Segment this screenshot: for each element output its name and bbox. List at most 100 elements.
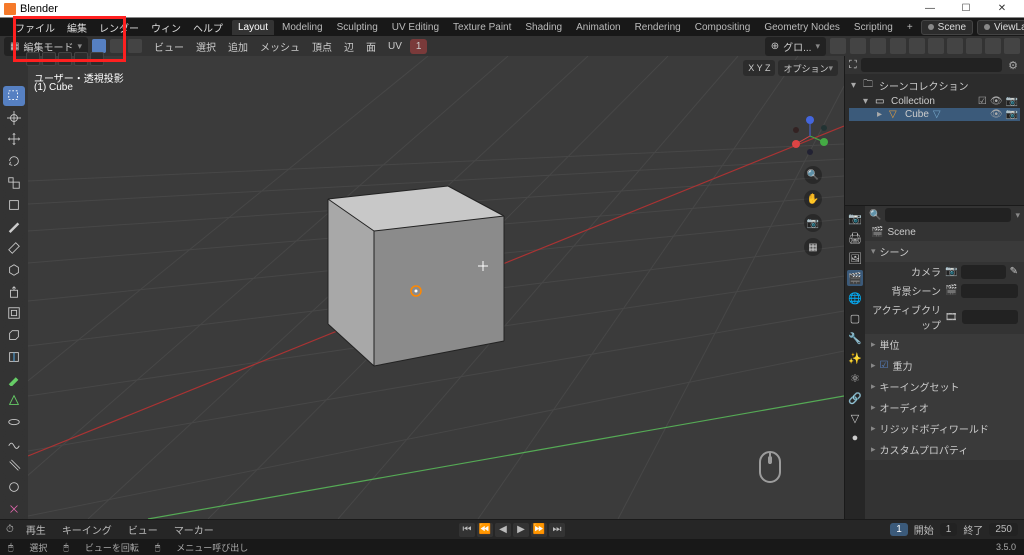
play-reverse-button[interactable]: ◀	[495, 523, 511, 537]
tool-move[interactable]	[3, 130, 25, 150]
perspective-icon[interactable]: ▦	[804, 238, 822, 256]
viewport-menu-select[interactable]: 選択	[192, 37, 220, 56]
tool-rotate[interactable]	[3, 151, 25, 171]
tab-constraints[interactable]: 🔗	[847, 390, 863, 406]
jump-start-button[interactable]: ⏮	[459, 523, 475, 537]
zoom-icon[interactable]: 🔍	[804, 166, 822, 184]
mesh-select-mode-indicator[interactable]: 1	[410, 39, 428, 54]
tool-edgeslide[interactable]	[3, 456, 25, 476]
show-gizmo-button[interactable]	[890, 38, 906, 54]
tool-smooth[interactable]	[3, 434, 25, 454]
workspace-tab-compositing[interactable]: Compositing	[689, 20, 757, 35]
outliner-type-icon[interactable]: ⛶	[849, 59, 857, 72]
viewport-menu-mesh[interactable]: メッシュ	[256, 37, 304, 56]
workspace-tab-texturepaint[interactable]: Texture Paint	[447, 20, 517, 35]
menu-window[interactable]: ウィン	[146, 18, 186, 37]
viewport-menu-view[interactable]: ビュー	[150, 37, 188, 56]
axis-lock-buttons[interactable]: X Y Z	[743, 60, 775, 76]
menu-file[interactable]: ファイル	[10, 18, 60, 37]
tool-extrude[interactable]	[3, 282, 25, 302]
workspace-tab-scripting[interactable]: Scripting	[848, 20, 899, 35]
workspace-tab-shading[interactable]: Shading	[519, 20, 568, 35]
current-frame-field[interactable]: 1	[890, 523, 908, 536]
tool-spin[interactable]	[3, 412, 25, 432]
tool-shrink[interactable]	[3, 478, 25, 498]
viewport-menu-add[interactable]: 追加	[224, 37, 252, 56]
panel-audio[interactable]: ▸オーディオ	[865, 397, 1024, 418]
tool-annotate[interactable]	[3, 217, 25, 237]
viewport-menu-edge[interactable]: 辺	[340, 37, 358, 56]
tab-viewlayer[interactable]: 🖼	[847, 250, 863, 266]
viewport-menu-uv[interactable]: UV	[384, 39, 406, 54]
orbit-gizmo[interactable]	[790, 116, 830, 156]
shading-material-button[interactable]	[985, 38, 1001, 54]
play-button[interactable]: ▶	[513, 523, 529, 537]
timeline-menu-view[interactable]: ビュー	[124, 522, 162, 537]
tool-transform[interactable]	[3, 195, 25, 215]
timeline-menu-marker[interactable]: マーカー	[170, 522, 218, 537]
start-frame-field[interactable]: 1	[940, 523, 958, 536]
select-mode-btn-2[interactable]	[42, 52, 56, 66]
workspace-tab-layout[interactable]: Layout	[232, 20, 274, 35]
workspace-add[interactable]: +	[901, 20, 919, 35]
tab-data[interactable]: ▽	[847, 410, 863, 426]
panel-units[interactable]: ▸単位	[865, 334, 1024, 355]
snap-button[interactable]	[850, 38, 866, 54]
maximize-button[interactable]: ☐	[948, 1, 984, 17]
end-frame-field[interactable]: 250	[989, 523, 1018, 536]
select-mode-btn-5[interactable]	[90, 52, 104, 66]
tool-knife[interactable]	[3, 369, 25, 389]
jump-end-button[interactable]: ⏭	[549, 523, 565, 537]
field-bgscene[interactable]: 背景シーン🎬	[865, 281, 1024, 300]
tool-rip[interactable]	[3, 499, 25, 519]
shading-wireframe-button[interactable]	[947, 38, 963, 54]
tool-select-box[interactable]	[3, 86, 25, 106]
panel-rigidbody[interactable]: ▸リジッドボディワールド	[865, 418, 1024, 439]
minimize-button[interactable]: —	[912, 1, 948, 17]
timeline-menu-keying[interactable]: キーイング	[58, 522, 116, 537]
outliner-collection[interactable]: ▾▭Collection ☑👁📷	[849, 95, 1020, 108]
pivot-button[interactable]	[830, 38, 846, 54]
face-select-mode[interactable]	[128, 39, 142, 53]
workspace-tab-uvediting[interactable]: UV Editing	[386, 20, 445, 35]
menu-render[interactable]: レンダー	[94, 18, 144, 37]
select-mode-btn-1[interactable]	[26, 52, 40, 66]
scene-selector[interactable]: Scene	[921, 20, 973, 35]
outliner-search[interactable]	[861, 58, 1002, 72]
panel-gravity[interactable]: ▸☑重力	[865, 355, 1024, 376]
workspace-tab-sculpting[interactable]: Sculpting	[331, 20, 384, 35]
eyedropper-icon[interactable]: ✎	[1010, 266, 1018, 277]
workspace-tab-rendering[interactable]: Rendering	[629, 20, 687, 35]
tool-inset[interactable]	[3, 304, 25, 324]
tool-measure[interactable]	[3, 238, 25, 258]
tab-render[interactable]: 📷	[847, 210, 863, 226]
proportional-edit-button[interactable]	[870, 38, 886, 54]
viewlayer-selector[interactable]: ViewLayer	[977, 20, 1024, 35]
viewport-menu-vertex[interactable]: 頂点	[308, 37, 336, 56]
outliner-filter-icon[interactable]: ⚙	[1006, 58, 1020, 72]
tool-scale[interactable]	[3, 173, 25, 193]
outliner-cube[interactable]: ▸▽Cube ▽ 👁📷	[849, 108, 1020, 121]
next-key-button[interactable]: ⏩	[531, 523, 547, 537]
viewport-menu-face[interactable]: 面	[362, 37, 380, 56]
tool-add-cube[interactable]	[3, 260, 25, 280]
panel-customprops[interactable]: ▸カスタムプロパティ	[865, 439, 1024, 460]
field-activeclip[interactable]: アクティブクリップ🎞	[865, 300, 1024, 334]
panel-keyingsets[interactable]: ▸キーイングセット	[865, 376, 1024, 397]
shading-rendered-button[interactable]	[1004, 38, 1020, 54]
prev-key-button[interactable]: ⏪	[477, 523, 493, 537]
timeline-menu-playback[interactable]: 再生	[22, 522, 50, 537]
select-mode-btn-3[interactable]	[58, 52, 72, 66]
menu-edit[interactable]: 編集	[62, 18, 92, 37]
tab-scene[interactable]: 🎬	[847, 270, 863, 286]
tab-physics[interactable]: ⚛	[847, 370, 863, 386]
field-camera[interactable]: カメラ📷✎	[865, 262, 1024, 281]
xray-button[interactable]	[928, 38, 944, 54]
tab-world[interactable]: 🌐	[847, 290, 863, 306]
properties-search[interactable]	[885, 208, 1011, 222]
menu-help[interactable]: ヘルプ	[188, 18, 228, 37]
edge-select-mode[interactable]	[110, 39, 124, 53]
workspace-tab-geonodes[interactable]: Geometry Nodes	[758, 20, 846, 35]
pan-icon[interactable]: ✋	[804, 190, 822, 208]
tab-output[interactable]: 🖨	[847, 230, 863, 246]
